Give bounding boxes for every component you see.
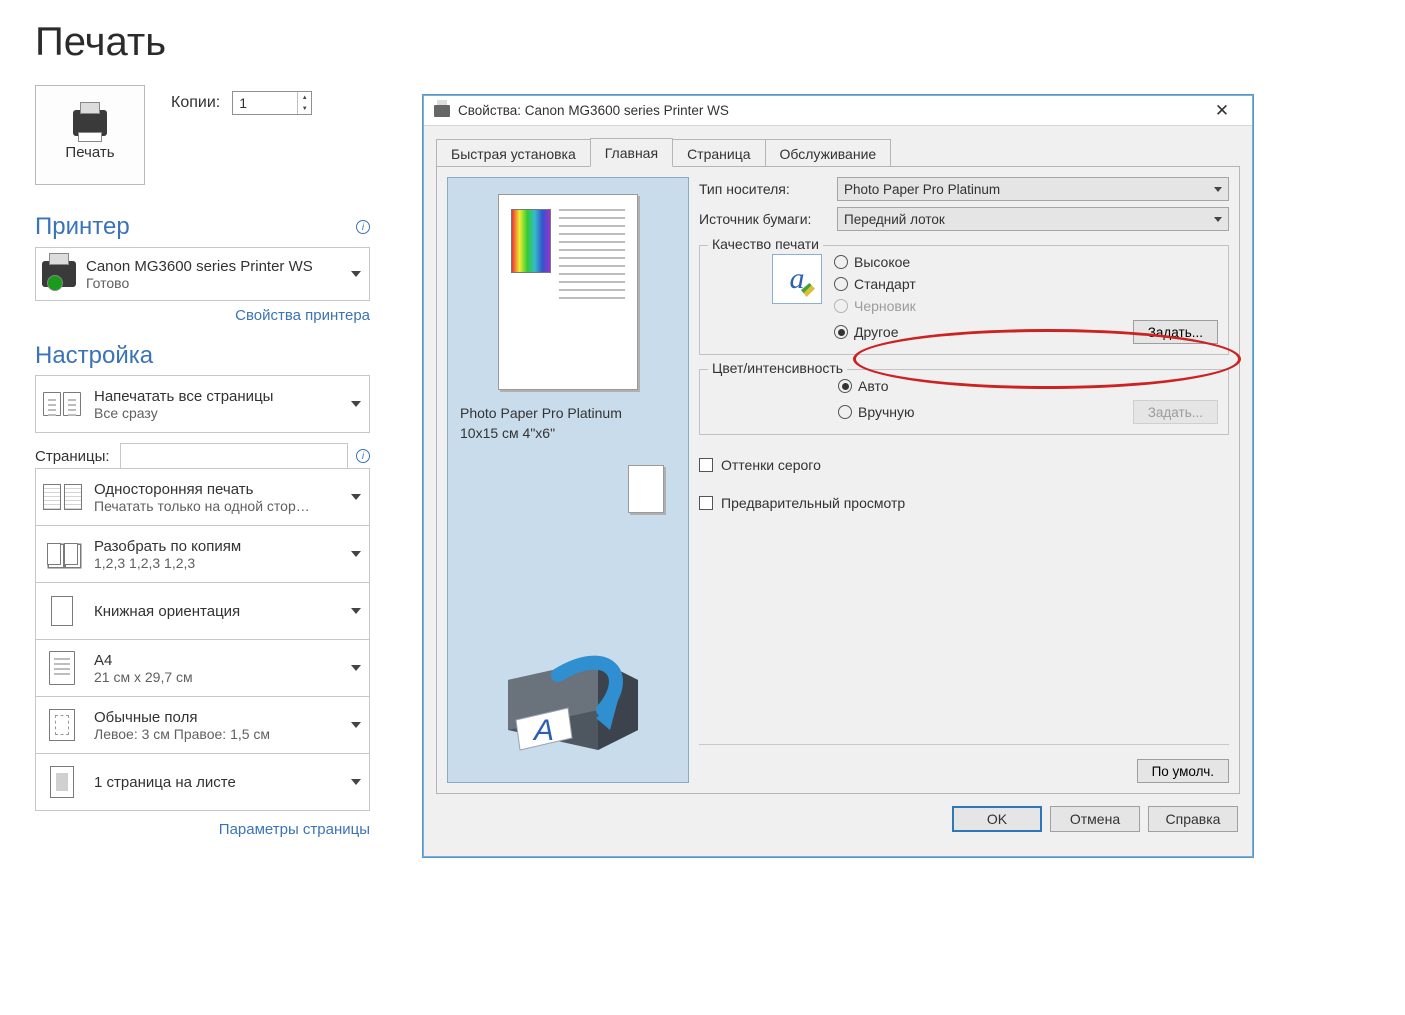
pages-icon xyxy=(43,392,81,416)
margins-icon xyxy=(49,709,75,741)
defaults-button[interactable]: По умолч. xyxy=(1137,759,1229,783)
color-set-button: Задать... xyxy=(1133,400,1218,424)
duplex-icon xyxy=(43,484,82,510)
divider xyxy=(699,744,1229,745)
color-group: Цвет/интенсивность Авто Вручную Задать..… xyxy=(699,369,1229,435)
printer-icon xyxy=(73,110,107,136)
preview-caption-line1: Photo Paper Pro Platinum xyxy=(460,404,676,424)
option-pages-per-sheet[interactable]: 1 страница на листе xyxy=(35,753,370,811)
preview-checkbox[interactable]: Предварительный просмотр xyxy=(699,495,1229,511)
printer-icon xyxy=(434,105,450,117)
chevron-down-icon xyxy=(1214,217,1222,222)
settings-header: Настройка xyxy=(35,342,153,370)
chevron-down-icon xyxy=(1214,187,1222,192)
printer-properties-dialog: Свойства: Canon MG3600 series Printer WS… xyxy=(423,95,1253,857)
page-setup-link[interactable]: Параметры страницы xyxy=(219,821,370,838)
copies-value: 1 xyxy=(233,92,297,114)
pages-label: Страницы: xyxy=(35,448,110,465)
dialog-title: Свойства: Canon MG3600 series Printer WS xyxy=(458,103,729,118)
copies-label: Копии: xyxy=(171,94,220,112)
checkbox-icon xyxy=(699,458,713,472)
portrait-icon xyxy=(51,596,73,626)
tab-quick-setup[interactable]: Быстрая установка xyxy=(436,139,591,167)
chevron-down-icon xyxy=(351,665,361,671)
printer-ready-icon xyxy=(42,261,76,287)
printer-properties-link[interactable]: Свойства принтера xyxy=(235,307,370,324)
paper-source-label: Источник бумаги: xyxy=(699,211,827,227)
option-duplex[interactable]: Односторонняя печатьПечатать только на о… xyxy=(35,468,370,526)
print-button-label: Печать xyxy=(65,144,114,161)
close-button[interactable]: ✕ xyxy=(1202,101,1242,121)
copies-up[interactable]: ▲ xyxy=(298,92,311,103)
rainbow-icon xyxy=(511,209,551,273)
info-icon[interactable]: i xyxy=(356,449,370,463)
info-icon[interactable]: i xyxy=(356,220,370,234)
chevron-down-icon xyxy=(351,608,361,614)
quality-draft: Черновик xyxy=(834,298,1218,314)
tab-main[interactable]: Главная xyxy=(590,138,673,167)
chevron-down-icon xyxy=(351,779,361,785)
grayscale-checkbox[interactable]: Оттенки серого xyxy=(699,457,1229,473)
quality-high[interactable]: Высокое xyxy=(834,254,1218,270)
quality-standard[interactable]: Стандарт xyxy=(834,276,1218,292)
pages-input[interactable] xyxy=(120,443,348,469)
media-type-dropdown[interactable]: Photo Paper Pro Platinum xyxy=(837,177,1229,201)
print-button[interactable]: Печать xyxy=(35,85,145,185)
one-per-sheet-icon xyxy=(50,766,74,798)
option-collate[interactable]: Разобрать по копиям1,2,3 1,2,3 1,2,3 xyxy=(35,525,370,583)
chevron-down-icon xyxy=(351,722,361,728)
media-type-label: Тип носителя: xyxy=(699,181,827,197)
dialog-tabs: Быстрая установка Главная Страница Обслу… xyxy=(436,138,1252,167)
printer-status: Готово xyxy=(86,275,313,291)
svg-text:A: A xyxy=(532,714,554,747)
chevron-down-icon xyxy=(351,401,361,407)
quality-icon: a xyxy=(772,254,822,304)
collate-icon xyxy=(47,543,78,565)
help-button[interactable]: Справка xyxy=(1148,806,1238,832)
page-title: Печать xyxy=(35,20,370,65)
quality-legend: Качество печати xyxy=(708,236,823,252)
copies-spinner[interactable]: 1 ▲ ▼ xyxy=(232,91,312,115)
copies-down[interactable]: ▼ xyxy=(298,103,311,114)
print-preview: Photo Paper Pro Platinum 10x15 см 4"x6" … xyxy=(447,177,689,783)
color-legend: Цвет/интенсивность xyxy=(708,360,847,376)
printer-3d-icon: A xyxy=(460,620,676,770)
quality-other[interactable]: Другое xyxy=(834,324,898,340)
tab-maintenance[interactable]: Обслуживание xyxy=(765,139,892,167)
quality-group: Качество печати a Высокое Стандарт Черно… xyxy=(699,245,1229,355)
preview-thumb xyxy=(628,465,664,513)
tab-page[interactable]: Страница xyxy=(672,139,765,167)
paper-source-dropdown[interactable]: Передний лоток xyxy=(837,207,1229,231)
cancel-button[interactable]: Отмена xyxy=(1050,806,1140,832)
option-margins[interactable]: Обычные поляЛевое: 3 см Правое: 1,5 см xyxy=(35,696,370,754)
preview-caption-line2: 10x15 см 4"x6" xyxy=(460,424,676,444)
option-orientation[interactable]: Книжная ориентация xyxy=(35,582,370,640)
ok-button[interactable]: OK xyxy=(952,806,1042,832)
option-paper-size[interactable]: A421 см x 29,7 см xyxy=(35,639,370,697)
printer-name: Canon MG3600 series Printer WS xyxy=(86,258,313,275)
color-manual[interactable]: Вручную xyxy=(838,404,915,420)
checkbox-icon xyxy=(699,496,713,510)
page-icon xyxy=(49,651,75,685)
printer-dropdown[interactable]: Canon MG3600 series Printer WS Готово xyxy=(35,247,370,301)
chevron-down-icon xyxy=(351,551,361,557)
chevron-down-icon xyxy=(351,494,361,500)
color-auto[interactable]: Авто xyxy=(838,378,1218,394)
printer-header: Принтер xyxy=(35,213,130,241)
quality-set-button[interactable]: Задать... xyxy=(1133,320,1218,344)
chevron-down-icon xyxy=(351,271,361,277)
option-print-range[interactable]: Напечатать все страницыВсе сразу xyxy=(35,375,370,433)
